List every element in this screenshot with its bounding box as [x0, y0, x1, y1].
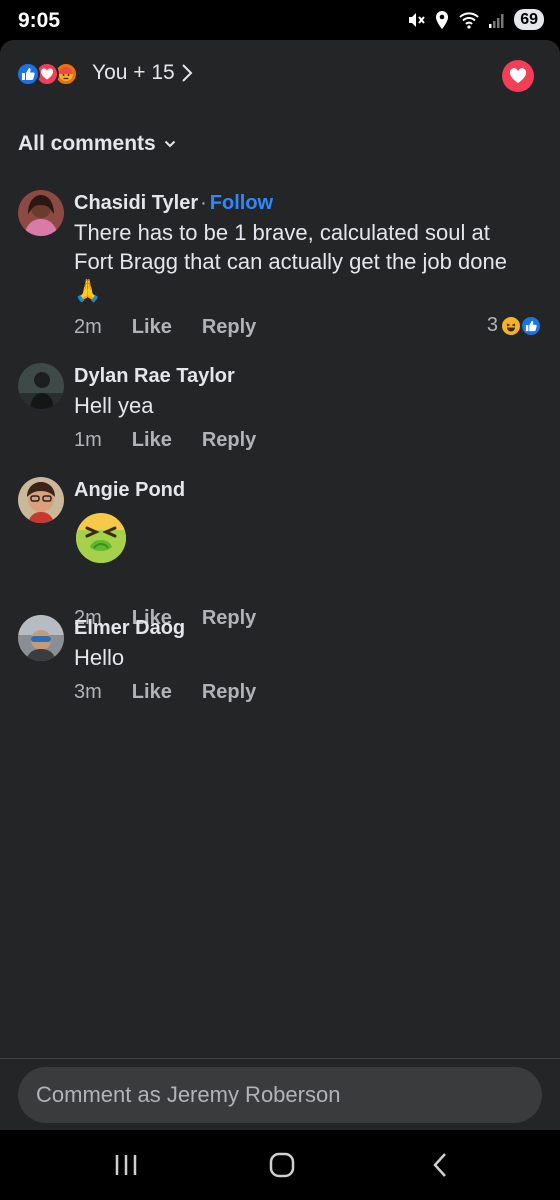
- separator-dot: ·: [200, 192, 207, 214]
- wifi-icon: [459, 11, 479, 29]
- like-reaction-icon: [520, 314, 542, 337]
- like-reaction-icon: [16, 62, 40, 86]
- system-nav-bar: [0, 1130, 560, 1200]
- love-react-button[interactable]: [502, 60, 534, 92]
- comment-body: Dylan Rae Taylor Hell yea: [74, 363, 520, 420]
- chevron-down-icon: [164, 140, 175, 148]
- status-time: 9:05: [18, 9, 61, 32]
- home-button[interactable]: [268, 1150, 296, 1180]
- follow-button[interactable]: Follow: [210, 192, 273, 214]
- heart-icon: [509, 68, 527, 83]
- comment-author[interactable]: Chasidi Tyler: [74, 192, 198, 214]
- reaction-icons[interactable]: [16, 62, 78, 86]
- location-icon: [436, 10, 449, 29]
- comment-actions: 3m Like Reply: [74, 681, 256, 704]
- avatar[interactable]: [18, 363, 64, 409]
- comment-timestamp: 2m: [74, 316, 102, 338]
- chevron-right-icon: [182, 64, 193, 82]
- status-icons: 69: [406, 9, 544, 30]
- reaction-summary-label: You + 15: [92, 61, 175, 84]
- comment-input[interactable]: Comment as Jeremy Roberson: [18, 1067, 542, 1123]
- comment-text: Hell yea: [74, 393, 154, 418]
- sheet-header: You + 15: [0, 40, 560, 110]
- avatar[interactable]: [18, 615, 64, 661]
- composer-area: Comment as Jeremy Roberson: [0, 1058, 560, 1130]
- reply-button[interactable]: Reply: [202, 316, 256, 339]
- back-icon: [433, 1153, 446, 1177]
- mute-icon: [409, 12, 425, 27]
- battery-level: 69: [514, 9, 544, 30]
- nauseated-face-icon: [76, 513, 126, 563]
- comment-reaction-count: 3: [486, 314, 498, 336]
- reaction-summary[interactable]: You + 15: [92, 61, 193, 85]
- comment-text: There has to be 1 brave, calculated soul…: [74, 220, 507, 303]
- comment-author-line: Chasidi Tyler · Follow: [74, 190, 520, 216]
- comment-filter-dropdown[interactable]: All comments: [18, 132, 176, 156]
- comment-timestamp: 1m: [74, 429, 102, 451]
- comment-reactions[interactable]: 3: [487, 314, 542, 337]
- comment-text: Hello: [74, 645, 125, 670]
- reply-button[interactable]: Reply: [202, 681, 256, 704]
- comment-body: Angie Pond: [74, 477, 520, 570]
- comment-filter-label: All comments: [18, 132, 156, 155]
- comment-emoji: [74, 511, 520, 570]
- home-icon: [269, 1152, 295, 1178]
- avatar[interactable]: [18, 190, 64, 236]
- recent-apps-button[interactable]: [112, 1150, 140, 1180]
- like-button[interactable]: Like: [132, 316, 172, 339]
- avatar[interactable]: [18, 477, 64, 523]
- haha-reaction-icon: [500, 314, 522, 337]
- comment-actions: 1m Like Reply: [74, 429, 256, 452]
- recent-apps-icon: [115, 1155, 137, 1175]
- like-button[interactable]: Like: [132, 681, 172, 704]
- comment-actions: 2m Like Reply: [74, 316, 256, 339]
- like-button[interactable]: Like: [132, 429, 172, 452]
- comment-author[interactable]: Angie Pond: [74, 477, 520, 503]
- comment-body: Chasidi Tyler · Follow There has to be 1 b…: [74, 190, 520, 305]
- comment-body: Elmer Daog Hello: [74, 615, 520, 672]
- comment-author[interactable]: Dylan Rae Taylor: [74, 363, 520, 389]
- back-button[interactable]: [428, 1150, 452, 1180]
- reply-button[interactable]: Reply: [202, 429, 256, 452]
- comment-timestamp: 3m: [74, 681, 102, 703]
- comment-author[interactable]: Elmer Daog: [74, 615, 520, 641]
- comments-sheet: You + 15 All comments Chasidi Tyler · Foll…: [0, 40, 560, 1130]
- signal-icon: [489, 13, 504, 28]
- status-bar: 9:05 69: [0, 0, 560, 40]
